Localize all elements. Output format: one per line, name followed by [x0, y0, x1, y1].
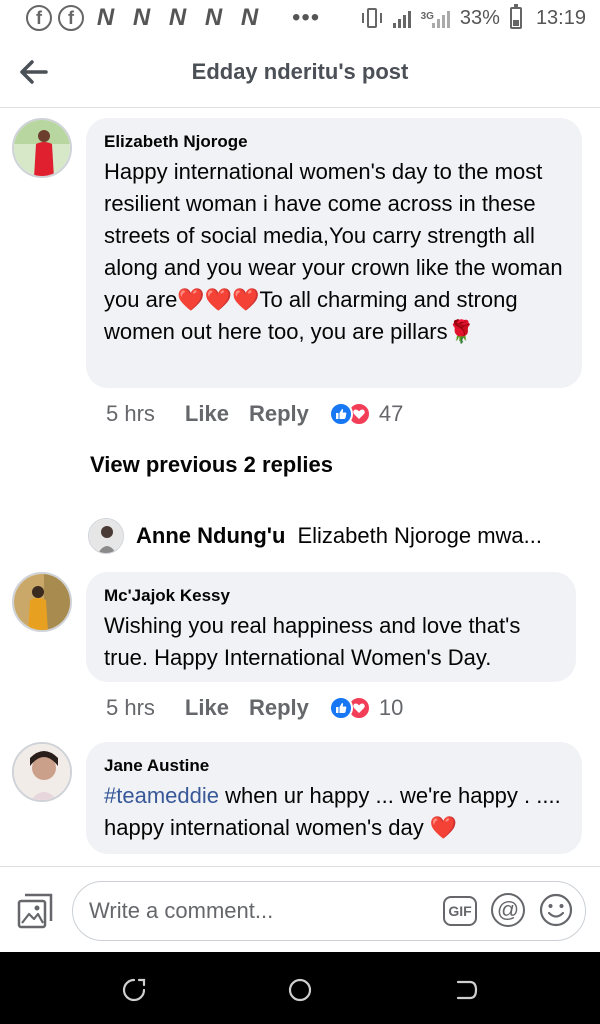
- vibrate-icon: [361, 6, 383, 30]
- mention-button[interactable]: @: [491, 893, 525, 927]
- avatar[interactable]: [12, 118, 72, 178]
- comment-time: 5 hrs: [106, 695, 155, 720]
- comment-bubble: Elizabeth Njoroge Happy international wo…: [86, 118, 582, 388]
- n-icon: N: [168, 4, 186, 31]
- facebook-icon: f: [58, 5, 84, 31]
- battery-icon: [509, 4, 522, 29]
- avatar[interactable]: [88, 518, 124, 554]
- reaction-count: 47: [378, 401, 404, 426]
- comment-text: #teameddie when ur happy ... we're happy…: [104, 780, 564, 844]
- comment-composer: Write a comment... GIF @: [0, 866, 600, 952]
- comment-placeholder: Write a comment...: [89, 898, 274, 923]
- emoji-icon[interactable]: [539, 893, 573, 927]
- thumbs-up-icon: [328, 402, 353, 426]
- network-type-label: 3G: [420, 11, 434, 22]
- n-icon: N: [132, 4, 150, 31]
- n-icon: N: [204, 4, 222, 31]
- n-icon: N: [240, 4, 258, 31]
- clock: 13:19: [535, 6, 586, 29]
- hashtag-link[interactable]: #teameddie: [104, 783, 219, 808]
- n-icon: N: [96, 4, 114, 31]
- reply-author[interactable]: Anne Ndung'u: [136, 523, 285, 549]
- recent-apps-icon[interactable]: [120, 976, 148, 1004]
- back-arrow-icon[interactable]: [18, 56, 54, 88]
- comment-author[interactable]: Jane Austine: [104, 756, 564, 776]
- page-title: Edday nderitu's post: [191, 58, 409, 84]
- status-bar: f f N N N N N ••• 3G 33% 13:19: [0, 0, 600, 36]
- post-header: Edday nderitu's post: [0, 36, 600, 108]
- more-notifications-icon: •••: [292, 4, 321, 31]
- home-icon[interactable]: [286, 976, 314, 1004]
- comment-input[interactable]: Write a comment... GIF @: [72, 881, 586, 941]
- reply-button[interactable]: Reply: [249, 695, 309, 721]
- comment-bubble: Jane Austine #teameddie when ur happy ..…: [86, 742, 582, 854]
- like-button[interactable]: Like: [185, 401, 229, 427]
- like-button[interactable]: Like: [185, 695, 229, 721]
- view-previous-replies-link[interactable]: View previous 2 replies: [90, 452, 333, 478]
- battery-percent: 33%: [459, 6, 500, 29]
- back-icon[interactable]: [452, 976, 480, 1004]
- comment-actions: 5 hrs Like Reply 47: [106, 398, 403, 430]
- reply-button[interactable]: Reply: [249, 401, 309, 427]
- notification-icons: f f N N N N N •••: [26, 4, 320, 32]
- comment-actions: 5 hrs Like Reply 10: [106, 692, 403, 724]
- avatar[interactable]: [12, 742, 72, 802]
- reactions-summary[interactable]: [328, 402, 371, 426]
- comment-bubble: Mc'Jajok Kessy Wishing you real happines…: [86, 572, 576, 682]
- comment-author[interactable]: Mc'Jajok Kessy: [104, 586, 558, 606]
- cell-signal-icon: [431, 8, 450, 28]
- wifi-signal-icon: [392, 8, 411, 28]
- avatar[interactable]: [12, 572, 72, 632]
- reaction-count: 10: [378, 695, 404, 720]
- photo-icon[interactable]: [16, 893, 54, 929]
- comment-text: Happy international women's day to the m…: [104, 159, 563, 344]
- comment-author[interactable]: Elizabeth Njoroge: [104, 132, 564, 152]
- comment-time: 5 hrs: [106, 401, 155, 426]
- reply-preview[interactable]: Anne Ndung'u Elizabeth Njoroge mwa...: [88, 516, 578, 556]
- gif-button[interactable]: GIF: [443, 896, 477, 926]
- reply-text: Elizabeth Njoroge mwa...: [297, 523, 542, 548]
- facebook-icon: f: [26, 5, 52, 31]
- thumbs-up-icon: [328, 696, 353, 720]
- reactions-summary[interactable]: [328, 696, 371, 720]
- android-nav-bar: [0, 952, 600, 1024]
- comment-text: Wishing you real happiness and love that…: [104, 613, 521, 670]
